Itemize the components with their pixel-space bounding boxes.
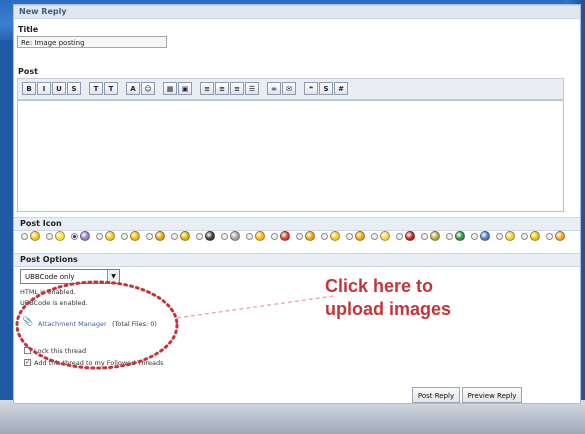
- callout-line: [176, 295, 334, 319]
- callout-line-1: Click here to: [325, 276, 434, 296]
- annotation-overlay: [15, 280, 334, 370]
- callout-line-2: upload images: [325, 299, 452, 319]
- upload-callout: Click here to upload images: [325, 275, 451, 321]
- highlight-ellipse: [15, 280, 179, 370]
